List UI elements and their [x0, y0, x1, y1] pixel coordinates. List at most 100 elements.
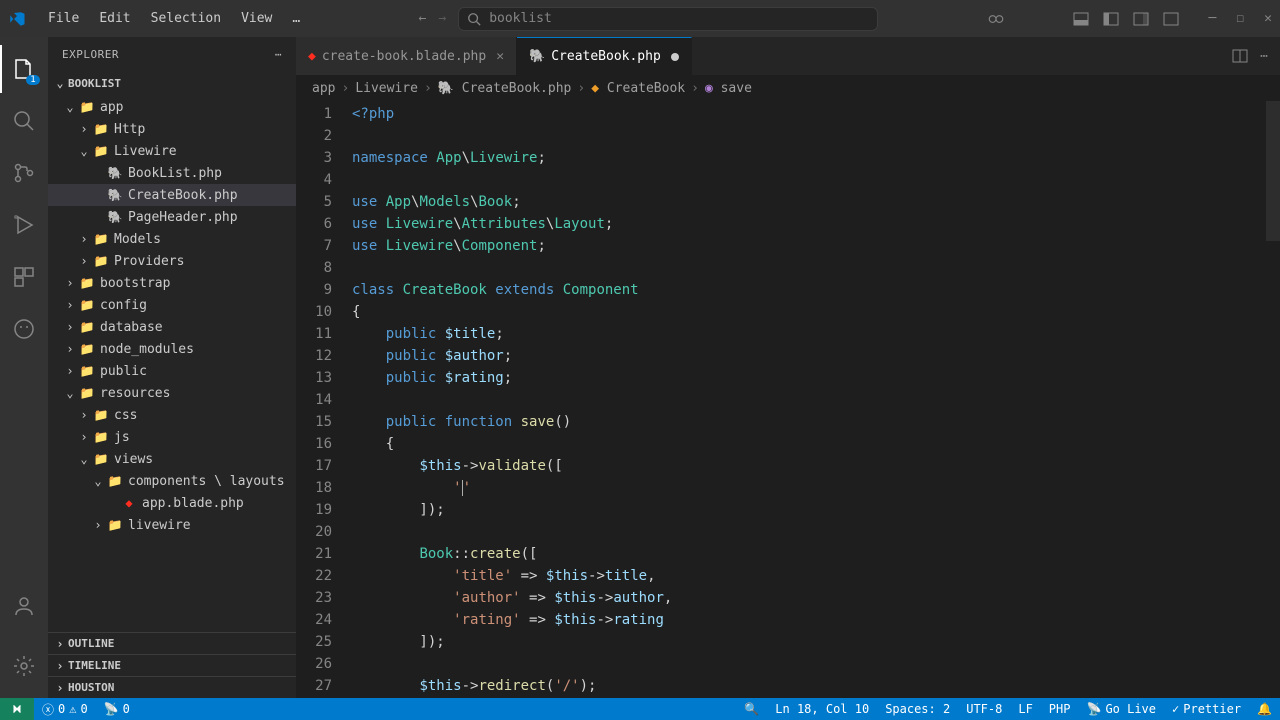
breadcrumb-item[interactable]: 🐘 CreateBook.php [438, 81, 572, 96]
breadcrumb-item[interactable]: ◉ save [705, 81, 752, 96]
code-line: $this->redirect('/'); [352, 675, 1280, 697]
line-number: 18 [296, 477, 332, 499]
activity-extensions[interactable] [0, 253, 48, 301]
activity-settings[interactable] [0, 642, 48, 690]
activity-source-control[interactable] [0, 149, 48, 197]
status-golive[interactable]: 📡Go Live [1078, 702, 1164, 716]
tree-item-label: Http [114, 122, 145, 137]
tree-item-components---layouts[interactable]: ⌄📁components \ layouts [48, 470, 296, 492]
antenna-icon: 📡 [104, 702, 119, 716]
folder-header[interactable]: ⌄ BOOKLIST [48, 72, 296, 94]
menu-edit[interactable]: Edit [89, 7, 140, 30]
menu-selection[interactable]: Selection [141, 7, 231, 30]
nav-back-icon[interactable]: ← [419, 11, 427, 26]
tab-more-icon[interactable]: ⋯ [1260, 49, 1268, 64]
status-ports[interactable]: 📡 0 [96, 698, 138, 720]
section-houston[interactable]: ›HOUSTON [48, 676, 296, 698]
tree-item-booklist-php[interactable]: 🐘BookList.php [48, 162, 296, 184]
maximize-icon[interactable]: ☐ [1236, 11, 1244, 26]
nav-forward-icon[interactable]: → [438, 11, 446, 26]
line-number: 14 [296, 389, 332, 411]
menu-view[interactable]: View [231, 7, 282, 30]
breadcrumbs[interactable]: app›Livewire›🐘 CreateBook.php›◆ CreateBo… [296, 75, 1280, 101]
code-line: $this->validate([ [352, 455, 1280, 477]
section-timeline[interactable]: ›TIMELINE [48, 654, 296, 676]
tree-item-label: Providers [114, 254, 184, 269]
activity-houston[interactable] [0, 305, 48, 353]
status-encoding[interactable]: UTF-8 [958, 702, 1010, 716]
tree-item-livewire[interactable]: ›📁livewire [48, 514, 296, 536]
activity-explorer[interactable]: 1 [0, 45, 48, 93]
tree-item-resources[interactable]: ⌄📁resources [48, 382, 296, 404]
code-line: public $title; [352, 323, 1280, 345]
code-line: { [352, 301, 1280, 323]
status-language[interactable]: PHP [1041, 702, 1079, 716]
tab-create-book-blade-php[interactable]: ◆create-book.blade.php✕ [296, 37, 517, 75]
minimize-icon[interactable]: ─ [1209, 11, 1217, 26]
tree-item-label: database [100, 320, 163, 335]
minimap-slider[interactable] [1266, 101, 1280, 241]
status-spaces[interactable]: Spaces: 2 [877, 702, 958, 716]
sidebar-more-icon[interactable]: ⋯ [275, 48, 282, 61]
layout-toggle-secondary-icon[interactable] [1133, 11, 1149, 27]
minimap[interactable] [1266, 101, 1280, 698]
close-tab-icon[interactable]: ✕ [496, 49, 504, 64]
menu-file[interactable]: File [38, 7, 89, 30]
tab-createbook-php[interactable]: 🐘CreateBook.php [517, 37, 692, 75]
code-line [352, 521, 1280, 543]
layout-toggle-panel-icon[interactable] [1073, 11, 1089, 27]
tree-item-bootstrap[interactable]: ›📁bootstrap [48, 272, 296, 294]
split-editor-icon[interactable] [1232, 48, 1248, 64]
statusbar: ⓧ 0 ⚠ 0 📡 0 🔍 Ln 18, Col 10 Spaces: 2 UT… [0, 698, 1280, 720]
status-cursor[interactable]: Ln 18, Col 10 [767, 702, 877, 716]
tree-item-database[interactable]: ›📁database [48, 316, 296, 338]
line-number: 12 [296, 345, 332, 367]
status-prettier[interactable]: ✓Prettier [1164, 702, 1249, 716]
menu-…[interactable]: … [282, 7, 310, 30]
tree-item-public[interactable]: ›📁public [48, 360, 296, 382]
copilot-icon[interactable] [987, 10, 1005, 28]
tree-item-label: BookList.php [128, 166, 222, 181]
line-gutter: 1234567891011121314151617181920212223242… [296, 101, 352, 698]
line-number: 16 [296, 433, 332, 455]
status-problems[interactable]: ⓧ 0 ⚠ 0 [34, 698, 96, 720]
close-icon[interactable]: ✕ [1264, 11, 1272, 26]
status-bell[interactable]: 🔔 [1249, 702, 1280, 716]
tree-item-app[interactable]: ⌄📁app [48, 96, 296, 118]
status-eol[interactable]: LF [1010, 702, 1040, 716]
layout-toggle-primary-icon[interactable] [1103, 11, 1119, 27]
folder-red-icon: 📁 [78, 100, 96, 114]
remote-indicator[interactable] [0, 698, 34, 720]
code-line: use App\Models\Book; [352, 191, 1280, 213]
folder-teal-icon: 📁 [92, 232, 110, 246]
tree-item-http[interactable]: ›📁Http [48, 118, 296, 140]
tree-item-config[interactable]: ›📁config [48, 294, 296, 316]
tree-item-createbook-php[interactable]: 🐘CreateBook.php [48, 184, 296, 206]
tree-item-app-blade-php[interactable]: ◆app.blade.php [48, 492, 296, 514]
breadcrumb-item[interactable]: ◆ CreateBook [591, 81, 685, 96]
tree-item-views[interactable]: ⌄📁views [48, 448, 296, 470]
tree-item-models[interactable]: ›📁Models [48, 228, 296, 250]
tree-item-pageheader-php[interactable]: 🐘PageHeader.php [48, 206, 296, 228]
code-line: public $rating; [352, 367, 1280, 389]
section-outline[interactable]: ›OUTLINE [48, 632, 296, 654]
breadcrumb-item[interactable]: Livewire [355, 81, 418, 96]
chevron-right-icon: › [62, 320, 78, 334]
status-zoom[interactable]: 🔍 [736, 702, 767, 716]
layout-customize-icon[interactable] [1163, 11, 1179, 27]
code-editor[interactable]: <?php namespace App\Livewire; use App\Mo… [352, 101, 1280, 698]
activity-bar: 1 [0, 37, 48, 698]
line-number: 3 [296, 147, 332, 169]
activity-accounts[interactable] [0, 582, 48, 630]
breadcrumb-item[interactable]: app [312, 81, 335, 96]
chevron-right-icon: › [52, 681, 68, 695]
tree-item-providers[interactable]: ›📁Providers [48, 250, 296, 272]
tree-item-js[interactable]: ›📁js [48, 426, 296, 448]
line-number: 13 [296, 367, 332, 389]
command-center[interactable]: booklist [458, 7, 878, 31]
activity-search[interactable] [0, 97, 48, 145]
tree-item-css[interactable]: ›📁css [48, 404, 296, 426]
activity-debug[interactable] [0, 201, 48, 249]
tree-item-node-modules[interactable]: ›📁node_modules [48, 338, 296, 360]
tree-item-livewire[interactable]: ⌄📁Livewire [48, 140, 296, 162]
